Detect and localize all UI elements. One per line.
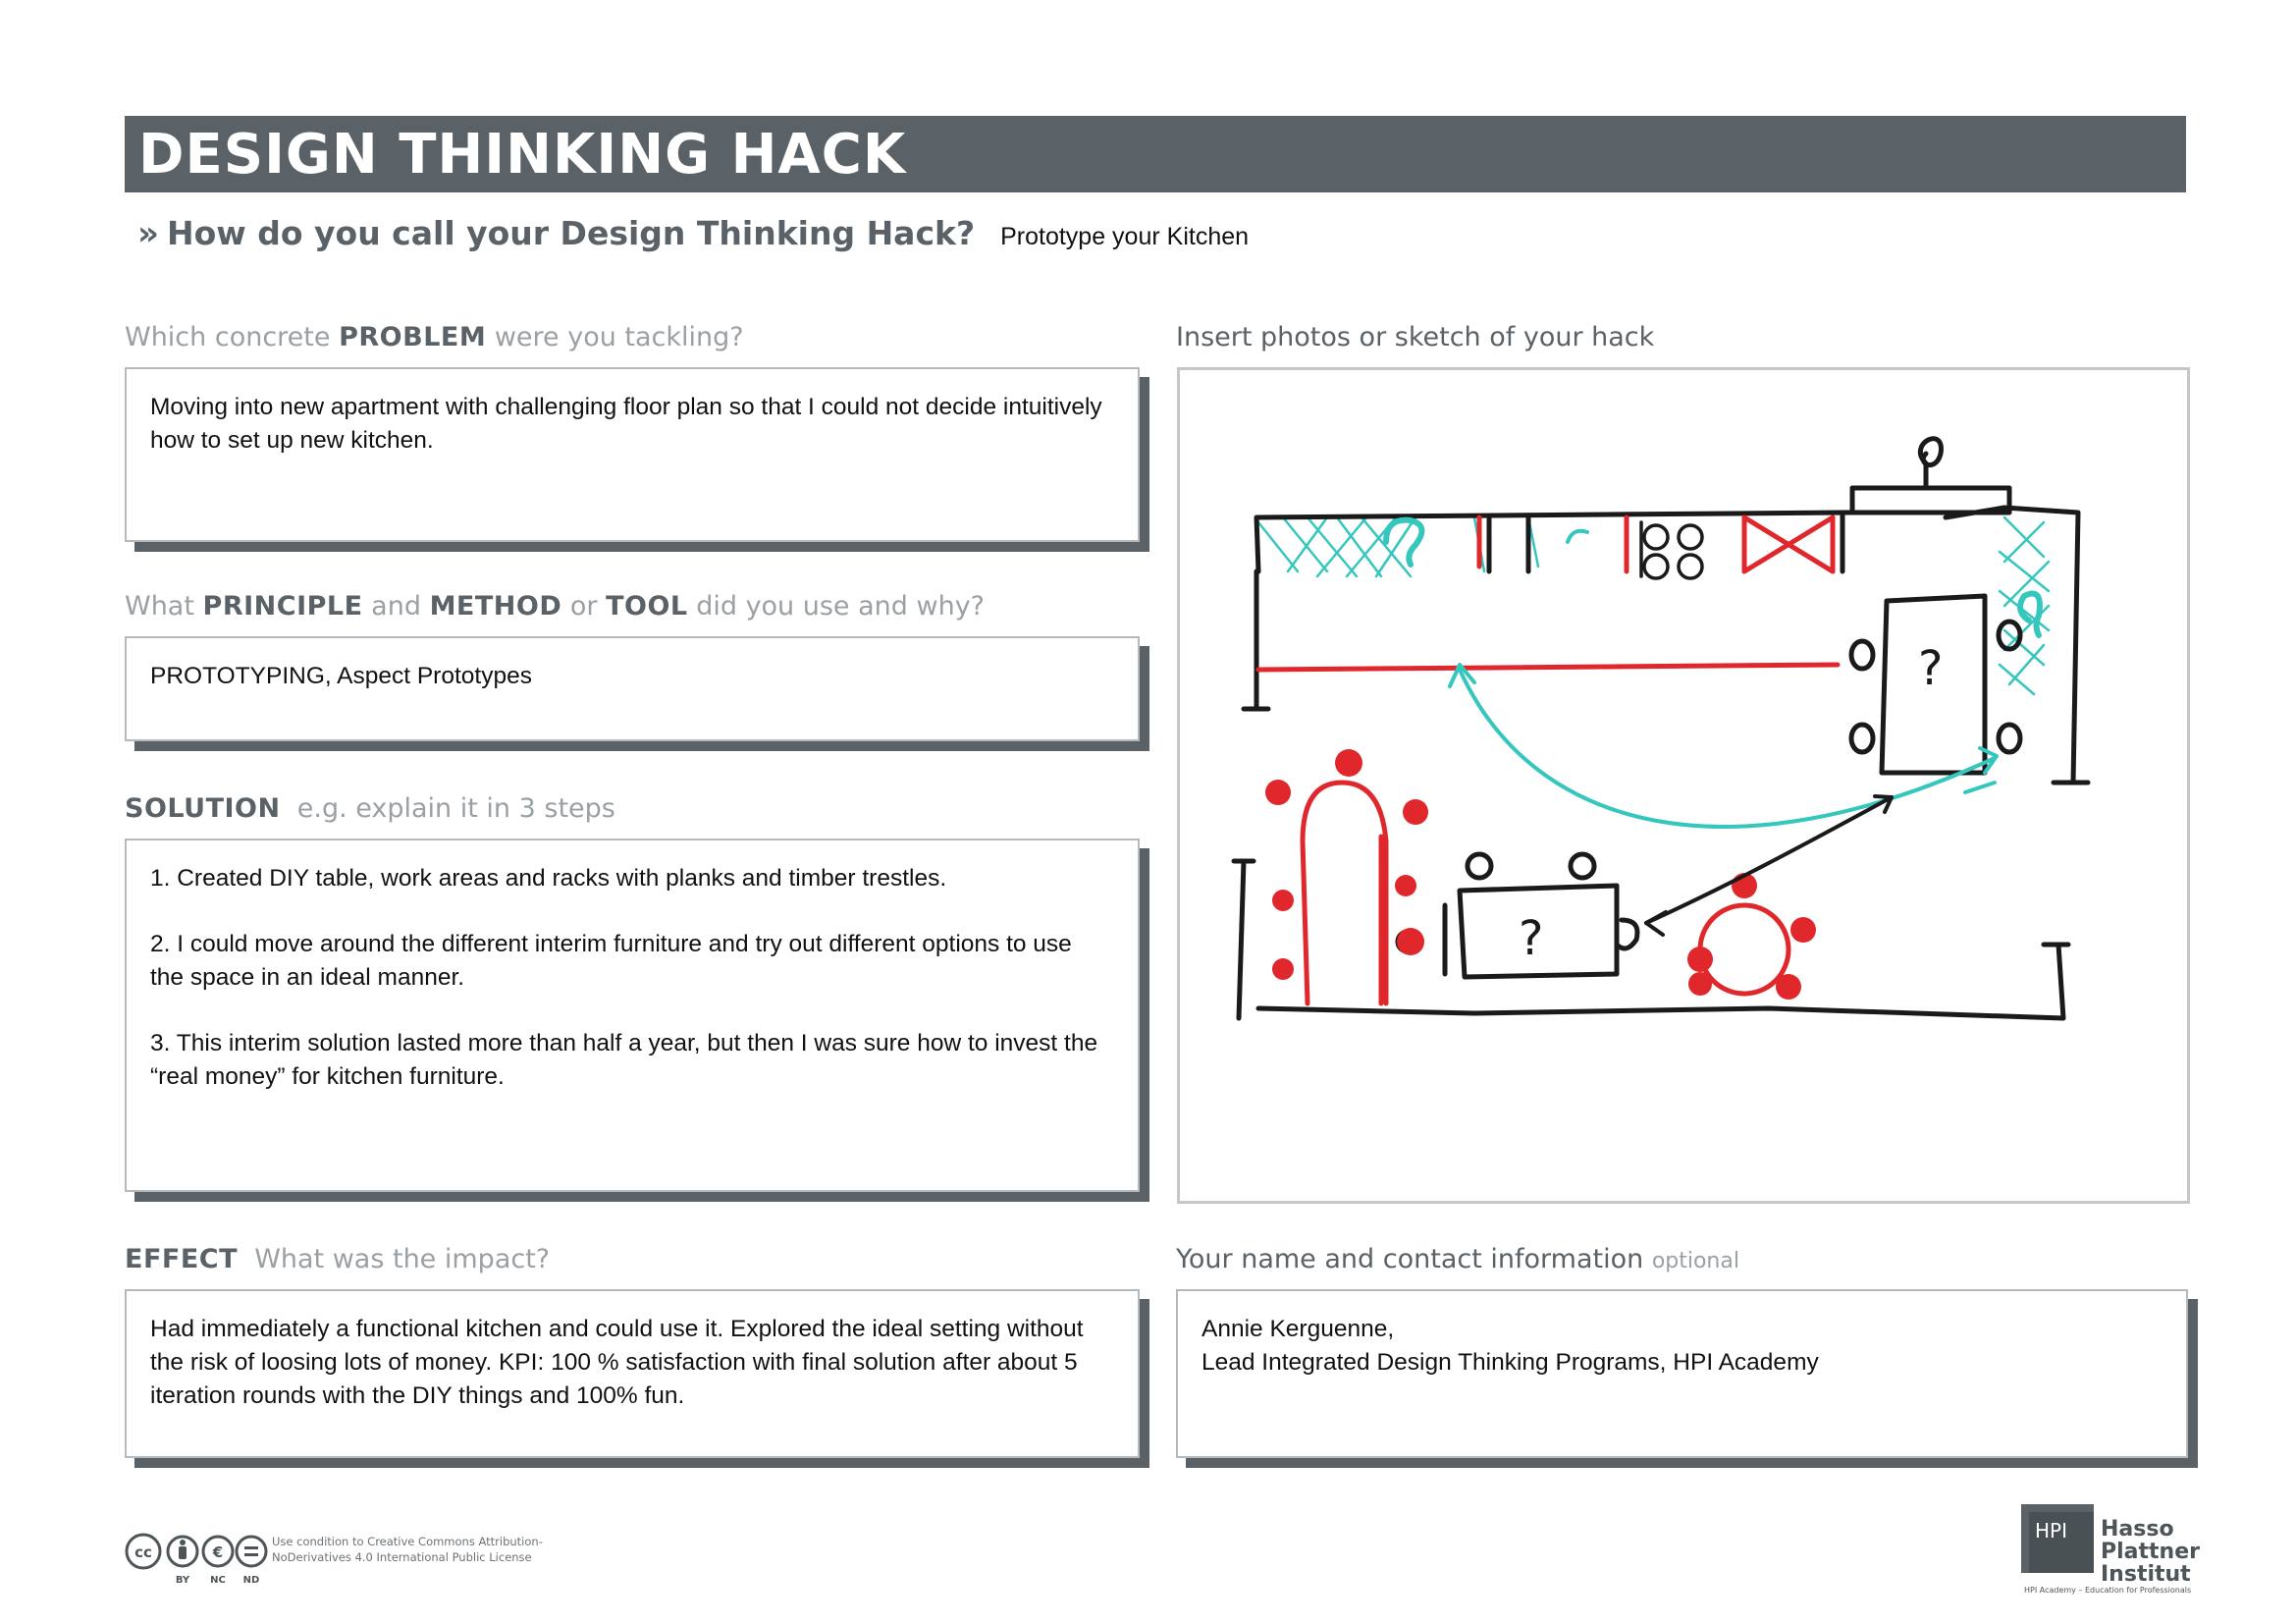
- principle-label: What PRINCIPLE and METHOD or TOOL did yo…: [125, 591, 985, 622]
- sketch-area[interactable]: ? ?: [1177, 367, 2190, 1204]
- hack-name-row: » How do you call your Design Thinking H…: [137, 214, 1249, 265]
- solution-label-strong: SOLUTION: [125, 793, 281, 824]
- hpi-name-2: Plattner: [2101, 1540, 2200, 1564]
- contact-role: Lead Integrated Design Thinking Programs…: [1201, 1349, 1819, 1376]
- principle-label-post: did you use and why?: [696, 591, 986, 622]
- sketch-lower-walls: [1231, 858, 2071, 1021]
- contact-text: Annie Kerguenne, Lead Integrated Design …: [1201, 1313, 2157, 1380]
- sketch-table-bottom: [1395, 851, 1640, 980]
- hpi-wordmark: Hasso Plattner Institut: [2101, 1518, 2200, 1586]
- contact-label: Your name and contact information option…: [1176, 1244, 1739, 1274]
- nd-icon: [235, 1535, 268, 1568]
- title-banner: DESIGN THINKING HACK: [125, 116, 2186, 192]
- principle-box[interactable]: PROTOTYPING, Aspect Prototypes: [125, 636, 1140, 741]
- problem-label-post: were you tackling?: [494, 322, 744, 352]
- double-chevron-icon: »: [137, 214, 159, 253]
- problem-label: Which concrete PROBLEM were you tackling…: [125, 322, 744, 352]
- contact-label-optional: optional: [1651, 1249, 1739, 1273]
- photo-label-text: Insert photos or sketch of your hack: [1176, 322, 1655, 352]
- solution-step: 3. This interim solution lasted more tha…: [150, 1030, 1098, 1090]
- problem-label-pre: Which concrete: [125, 322, 331, 352]
- hpi-name-3: Institut: [2101, 1562, 2191, 1587]
- principle-label-and: and: [371, 591, 421, 622]
- effect-label-post: What was the impact?: [254, 1244, 551, 1274]
- sketch-hatch-left: [1256, 515, 1540, 578]
- cc-badge-by: BY: [176, 1575, 190, 1586]
- hack-name-answer[interactable]: Prototype your Kitchen: [1000, 223, 1249, 251]
- solution-label: SOLUTION e.g. explain it in 3 steps: [125, 793, 615, 824]
- principle-label-or: or: [569, 591, 598, 622]
- solution-step: 1. Created DIY table, work areas and rac…: [150, 865, 947, 892]
- contact-label-text: Your name and contact information: [1176, 1244, 1644, 1274]
- hpi-mark: HPI: [2035, 1519, 2067, 1543]
- sketch-sink: [1566, 528, 1589, 544]
- solution-box[interactable]: 1. Created DIY table, work areas and rac…: [125, 839, 1140, 1192]
- svg-text:€: €: [212, 1543, 223, 1561]
- cc-badge-nd: ND: [243, 1575, 260, 1586]
- hack-name-question: How do you call your Design Thinking Hac…: [166, 214, 976, 252]
- solution-steps: 1. Created DIY table, work areas and rac…: [150, 862, 1108, 1126]
- sketch-question-mark: ?: [1918, 641, 1943, 696]
- contact-name: Annie Kerguenne,: [1201, 1316, 1395, 1342]
- hpi-name-1: Hasso: [2101, 1517, 2174, 1542]
- problem-text: Moving into new apartment with challengi…: [150, 394, 1102, 454]
- sketch-question-mark: ?: [1519, 911, 1543, 966]
- hpi-logo: HPI: [2021, 1504, 2094, 1573]
- sketch-hob: [1639, 520, 1704, 580]
- sketch-teal-arrow: [1448, 663, 1999, 829]
- effect-label: EFFECT What was the impact?: [125, 1244, 550, 1274]
- sketch-red-furniture: [1300, 780, 1791, 1006]
- principle-label-method: METHOD: [429, 591, 562, 622]
- principle-label-principle: PRINCIPLE: [202, 591, 363, 622]
- sketch-red-counter: [1255, 514, 1841, 673]
- problem-box[interactable]: Moving into new apartment with challengi…: [125, 367, 1140, 542]
- contact-box[interactable]: Annie Kerguenne, Lead Integrated Design …: [1176, 1289, 2188, 1458]
- effect-label-strong: EFFECT: [125, 1244, 239, 1274]
- principle-label-tool: TOOL: [606, 591, 688, 622]
- cc-badge-nc: NC: [210, 1575, 226, 1586]
- hpi-subline: HPI Academy – Education for Professional…: [2024, 1586, 2192, 1595]
- effect-box[interactable]: Had immediately a functional kitchen and…: [125, 1289, 1140, 1458]
- sketch-counter-outline: [1241, 460, 2091, 785]
- kitchen-sketch: ? ?: [1231, 436, 2091, 1021]
- principle-text: PROTOTYPING, Aspect Prototypes: [150, 663, 532, 689]
- svg-text:cc: cc: [134, 1543, 152, 1561]
- cc-license-badges: cc € BY NC ND: [125, 1533, 268, 1586]
- solution-label-post: e.g. explain it in 3 steps: [296, 793, 615, 824]
- effect-text: Had immediately a functional kitchen and…: [150, 1316, 1084, 1409]
- photo-label: Insert photos or sketch of your hack: [1176, 322, 1654, 352]
- solution-step: 2. I could move around the different int…: [150, 931, 1072, 991]
- principle-label-pre: What: [125, 591, 194, 622]
- license-text[interactable]: Use condition to Creative Commons Attrib…: [272, 1534, 596, 1565]
- problem-label-strong: PROBLEM: [339, 322, 487, 352]
- page-title: DESIGN THINKING HACK: [138, 123, 907, 187]
- sketch-teal-marks: [1383, 516, 2043, 638]
